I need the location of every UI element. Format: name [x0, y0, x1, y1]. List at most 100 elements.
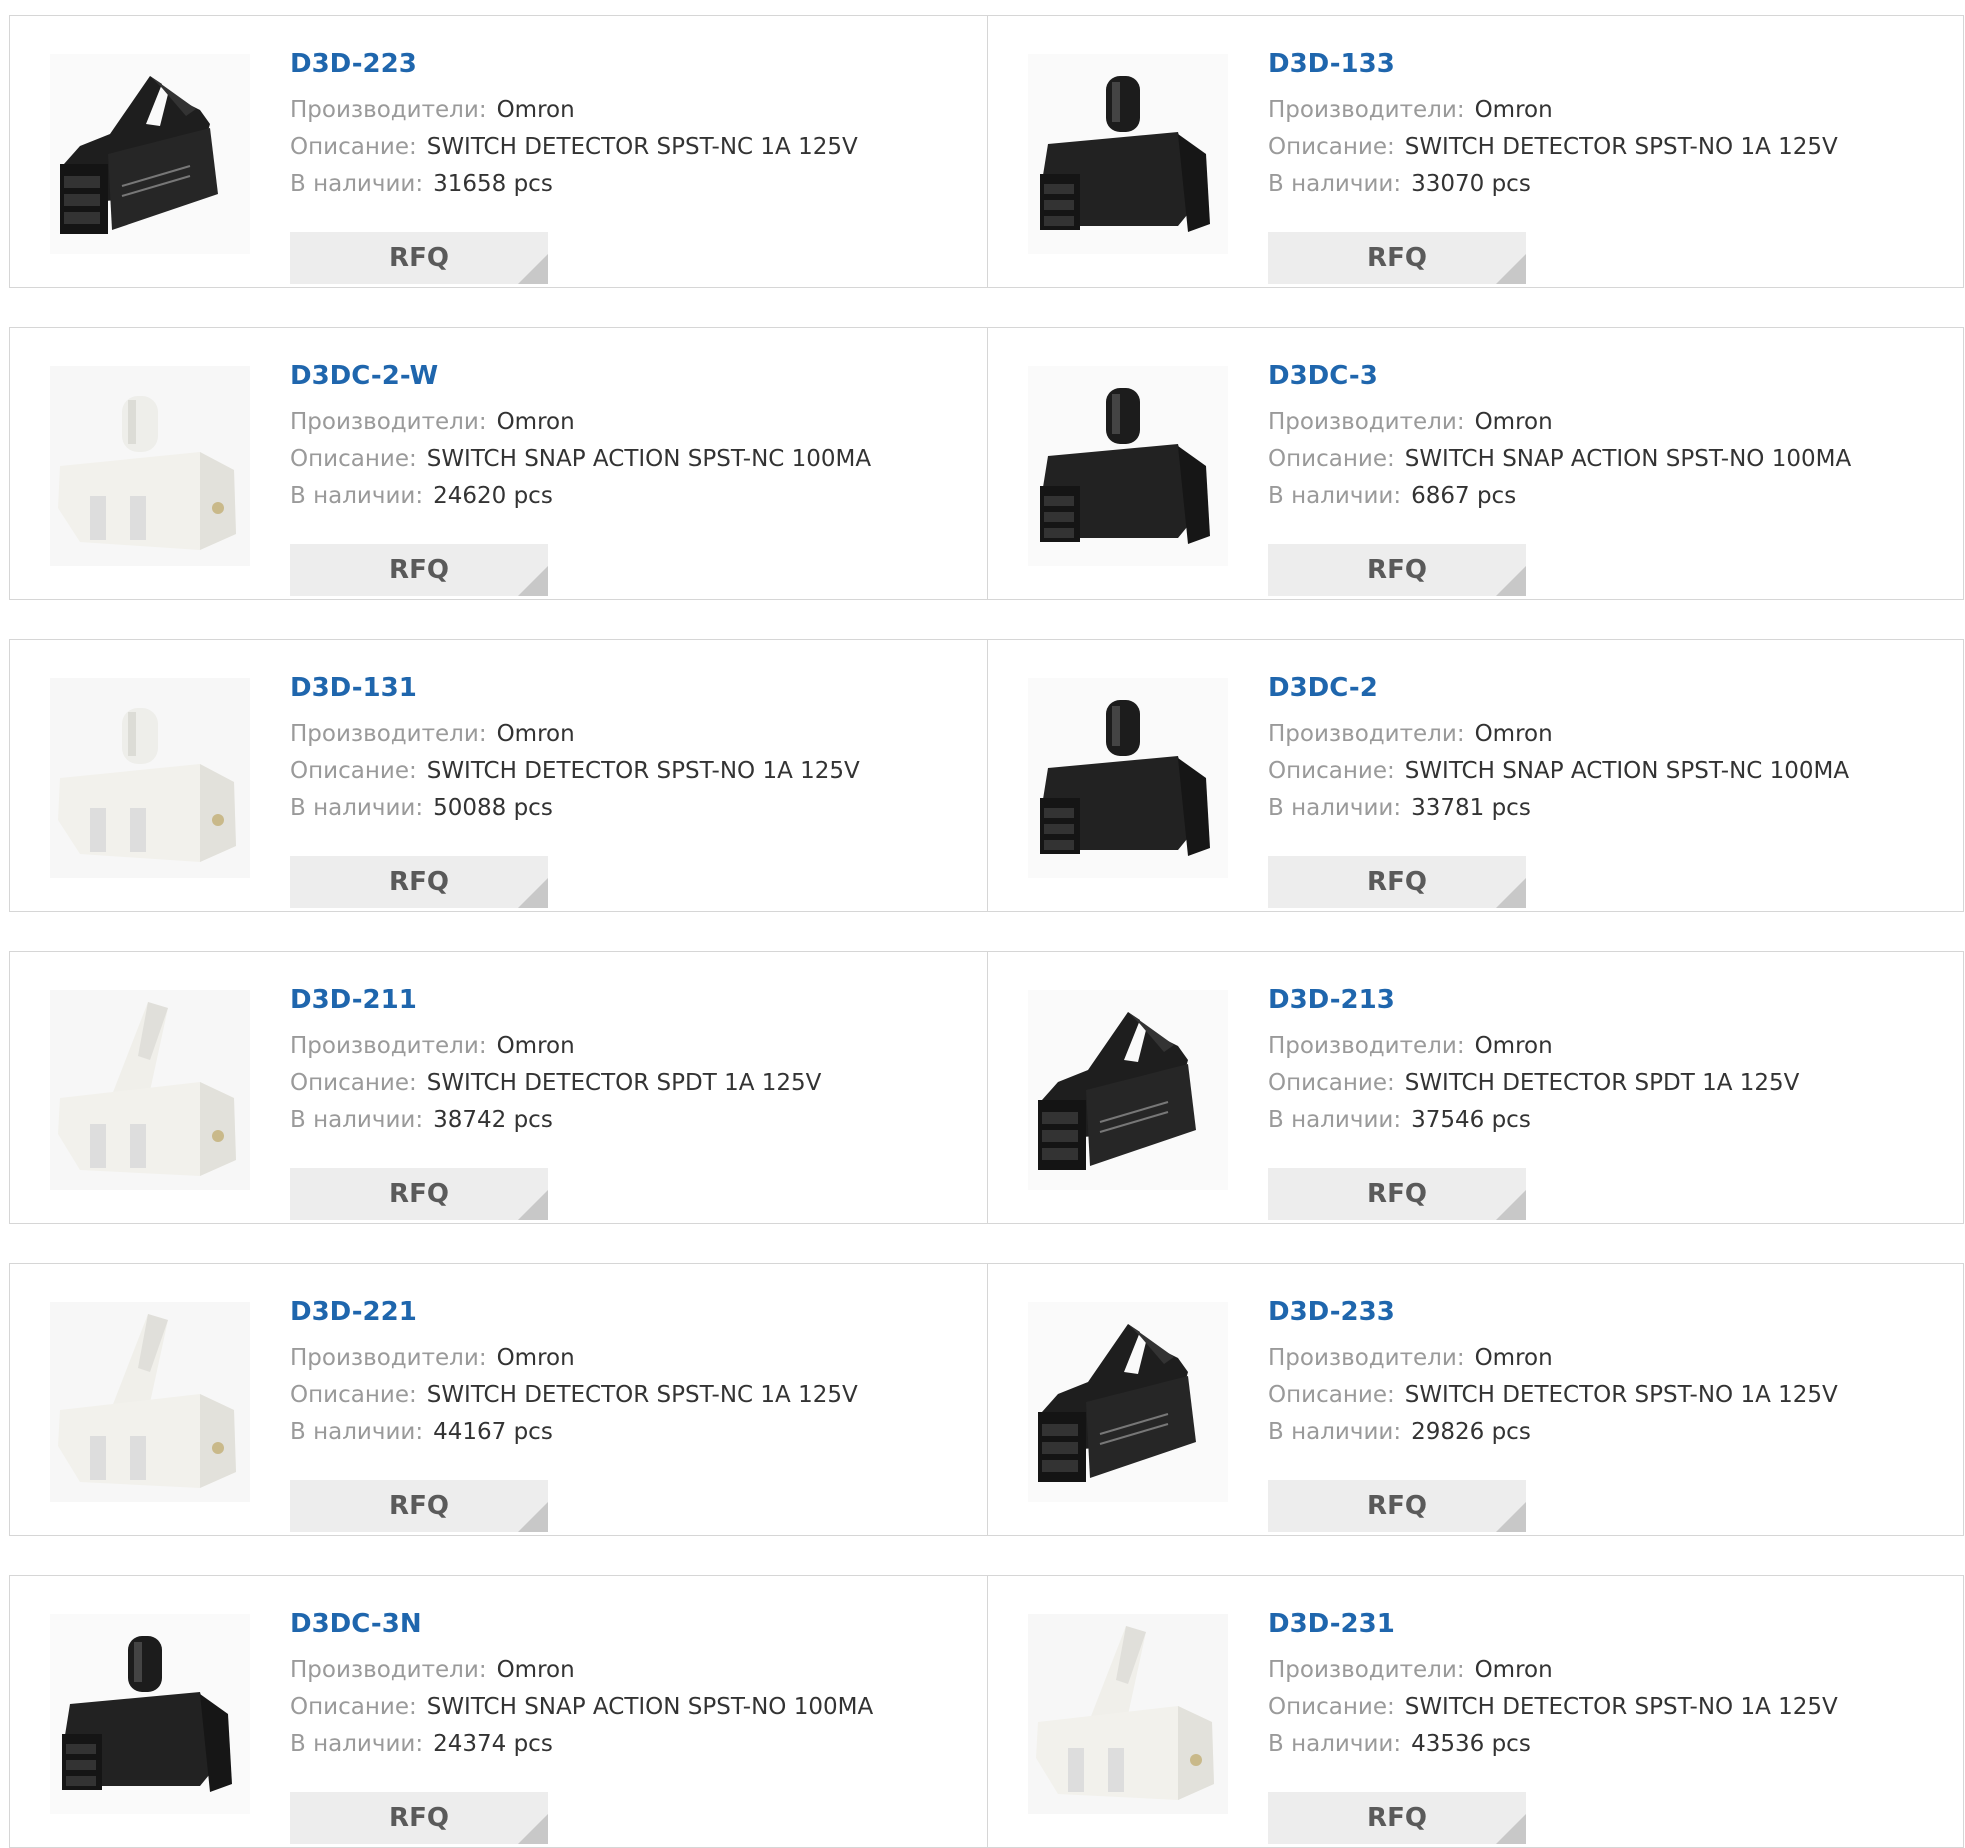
- product-image[interactable]: [1028, 990, 1228, 1190]
- description-value: SWITCH SNAP ACTION SPST-NO 100MA: [426, 1694, 874, 1720]
- product-image[interactable]: [1028, 1614, 1228, 1814]
- product-grid: D3D-223 Производители: Omron Описание: SWITC…: [0, 0, 1965, 1848]
- corner-triangle-icon: [518, 566, 548, 596]
- product-info: D3D-131 Производители: Omron Описание: SWITC…: [290, 670, 860, 908]
- description-label: Описание:: [1268, 134, 1395, 160]
- rfq-label: RFQ: [1367, 1179, 1427, 1209]
- product-info: D3DC-3 Производители: Omron Описание: SWITCH…: [1268, 358, 1851, 596]
- description-value: SWITCH DETECTOR SPDT 1A 125V: [426, 1070, 822, 1096]
- product-name-link[interactable]: D3D-131: [290, 670, 860, 706]
- manufacturer-label: Производители:: [1268, 1657, 1465, 1683]
- product-name-link[interactable]: D3DC-3: [1268, 358, 1851, 394]
- description-value: SWITCH DETECTOR SPST-NO 1A 125V: [1404, 1382, 1838, 1408]
- description-label: Описание:: [1268, 446, 1395, 472]
- black-plunger-switch-icon: [1028, 366, 1228, 566]
- manufacturer-label: Производители:: [290, 1657, 487, 1683]
- product-image[interactable]: [1028, 1302, 1228, 1502]
- manufacturer-value: Omron: [496, 409, 575, 435]
- product-card: D3D-221 Производители: Omron Описание: SWITC…: [10, 1264, 987, 1535]
- corner-triangle-icon: [518, 1190, 548, 1220]
- product-info: D3D-231 Производители: Omron Описание: SWITC…: [1268, 1606, 1838, 1844]
- product-card: D3D-133 Производители: Omron Описание: SWITC…: [987, 16, 1965, 287]
- manufacturer-label: Производители:: [290, 97, 487, 123]
- corner-triangle-icon: [518, 1814, 548, 1844]
- rfq-label: RFQ: [1367, 867, 1427, 897]
- product-name-link[interactable]: D3D-133: [1268, 46, 1838, 82]
- rfq-button[interactable]: RFQ: [1268, 232, 1526, 284]
- rfq-button[interactable]: RFQ: [1268, 544, 1526, 596]
- product-name-link[interactable]: D3D-233: [1268, 1294, 1838, 1330]
- product-image[interactable]: [50, 1302, 250, 1502]
- rfq-label: RFQ: [389, 1803, 449, 1833]
- description-line: Описание: SWITCH SNAP ACTION SPST-NC 100M…: [290, 441, 871, 478]
- manufacturer-label: Производители:: [290, 409, 487, 435]
- manufacturer-value: Omron: [1474, 1033, 1553, 1059]
- manufacturer-value: Omron: [1474, 1657, 1553, 1683]
- product-name-link[interactable]: D3D-211: [290, 982, 821, 1018]
- product-name-link[interactable]: D3DC-2-W: [290, 358, 871, 394]
- product-name-link[interactable]: D3DC-2: [1268, 670, 1849, 706]
- description-label: Описание:: [290, 1694, 417, 1720]
- product-image[interactable]: [50, 678, 250, 878]
- stock-label: В наличии:: [1268, 171, 1402, 197]
- product-info: D3D-213 Производители: Omron Описание: SWITC…: [1268, 982, 1799, 1220]
- rfq-button[interactable]: RFQ: [290, 1168, 548, 1220]
- product-image[interactable]: [1028, 54, 1228, 254]
- product-card: D3DC-3 Производители: Omron Описание: SWITCH…: [987, 328, 1965, 599]
- product-image[interactable]: [1028, 366, 1228, 566]
- description-line: Описание: SWITCH DETECTOR SPDT 1A 125V: [1268, 1065, 1799, 1102]
- product-name-link[interactable]: D3D-223: [290, 46, 858, 82]
- product-image[interactable]: [50, 1614, 250, 1814]
- corner-triangle-icon: [1496, 1502, 1526, 1532]
- description-line: Описание: SWITCH DETECTOR SPST-NO 1A 125V: [290, 753, 860, 790]
- rfq-label: RFQ: [389, 243, 449, 273]
- stock-label: В наличии:: [290, 1419, 424, 1445]
- product-image[interactable]: [50, 366, 250, 566]
- stock-value: 50088 pcs: [433, 795, 553, 821]
- product-card: D3D-233 Производители: Omron Описание: SWITC…: [987, 1264, 1965, 1535]
- rfq-button[interactable]: RFQ: [290, 856, 548, 908]
- description-line: Описание: SWITCH DETECTOR SPST-NO 1A 125V: [1268, 1689, 1838, 1726]
- rfq-label: RFQ: [389, 555, 449, 585]
- product-name-link[interactable]: D3D-231: [1268, 1606, 1838, 1642]
- description-line: Описание: SWITCH SNAP ACTION SPST-NO 100M…: [1268, 441, 1851, 478]
- product-name-link[interactable]: D3DC-3N: [290, 1606, 873, 1642]
- description-label: Описание:: [1268, 758, 1395, 784]
- product-name-link[interactable]: D3D-213: [1268, 982, 1799, 1018]
- product-image[interactable]: [50, 990, 250, 1190]
- manufacturer-line: Производители: Omron: [290, 1340, 858, 1377]
- product-row: D3DC-2-W Производители: Omron Описание: SWIT…: [9, 327, 1964, 600]
- black-plunger-switch-icon: [50, 1614, 250, 1814]
- product-name-link[interactable]: D3D-221: [290, 1294, 858, 1330]
- description-line: Описание: SWITCH SNAP ACTION SPST-NO 100M…: [290, 1689, 873, 1726]
- stock-value: 6867 pcs: [1411, 483, 1517, 509]
- product-image[interactable]: [1028, 678, 1228, 878]
- rfq-button[interactable]: RFQ: [290, 544, 548, 596]
- rfq-button[interactable]: RFQ: [290, 1792, 548, 1844]
- rfq-button[interactable]: RFQ: [1268, 856, 1526, 908]
- manufacturer-label: Производители:: [1268, 1345, 1465, 1371]
- product-image[interactable]: [50, 54, 250, 254]
- product-card: D3D-231 Производители: Omron Описание: SWITC…: [987, 1576, 1965, 1847]
- rfq-button[interactable]: RFQ: [290, 232, 548, 284]
- description-line: Описание: SWITCH DETECTOR SPDT 1A 125V: [290, 1065, 821, 1102]
- manufacturer-value: Omron: [1474, 721, 1553, 747]
- black-lever-switch-icon: [1028, 990, 1228, 1190]
- manufacturer-value: Omron: [1474, 409, 1553, 435]
- corner-triangle-icon: [1496, 1190, 1526, 1220]
- product-info: D3DC-2 Производители: Omron Описание: SWITCH…: [1268, 670, 1849, 908]
- rfq-label: RFQ: [1367, 1491, 1427, 1521]
- rfq-label: RFQ: [389, 1179, 449, 1209]
- manufacturer-line: Производители: Omron: [1268, 92, 1838, 129]
- product-card: D3D-223 Производители: Omron Описание: SWITC…: [10, 16, 987, 287]
- rfq-button[interactable]: RFQ: [1268, 1480, 1526, 1532]
- stock-line: В наличии: 24374 pcs: [290, 1726, 873, 1763]
- rfq-button[interactable]: RFQ: [290, 1480, 548, 1532]
- product-row: D3DC-3N Производители: Omron Описание: SWITC…: [9, 1575, 1964, 1848]
- rfq-button[interactable]: RFQ: [1268, 1168, 1526, 1220]
- manufacturer-label: Производители:: [1268, 721, 1465, 747]
- manufacturer-value: Omron: [496, 1657, 575, 1683]
- rfq-label: RFQ: [1367, 243, 1427, 273]
- description-value: SWITCH DETECTOR SPST-NC 1A 125V: [426, 1382, 858, 1408]
- rfq-button[interactable]: RFQ: [1268, 1792, 1526, 1844]
